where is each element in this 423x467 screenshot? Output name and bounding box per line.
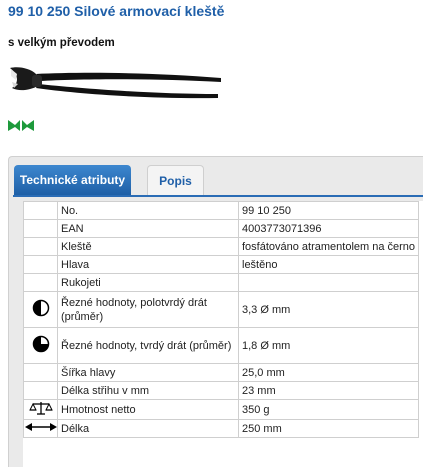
attribute-icon-cell	[23, 381, 58, 400]
attribute-name: Kleště	[57, 237, 239, 256]
attribute-icon-cell	[23, 273, 58, 292]
attribute-name: Řezné hodnoty, polotvrdý drát (průměr)	[57, 291, 239, 328]
attributes-table-container: No. 99 10 250 EAN 4003773071396 Kleště fosfát…	[23, 201, 423, 467]
attribute-name: EAN	[57, 219, 239, 238]
attribute-icon-cell	[23, 291, 58, 328]
attribute-value: 3,3 Ø mm	[237, 291, 420, 328]
attribute-value: 350 g	[237, 399, 420, 420]
quality-badge-icon	[8, 120, 34, 131]
table-row: EAN 4003773071396	[23, 219, 420, 238]
attribute-icon-cell	[23, 399, 58, 420]
attribute-icon-cell	[23, 237, 58, 256]
attribute-name: Řezné hodnoty, tvrdý drát (průměr)	[57, 327, 239, 364]
attribute-icon-cell	[23, 255, 58, 274]
attribute-value: 25,0 mm	[237, 363, 420, 382]
attribute-icon-cell	[23, 327, 58, 364]
table-row: Kleště fosfátováno atramentolem na černo	[23, 237, 420, 256]
attribute-value: 1,8 Ø mm	[237, 327, 420, 364]
attribute-value: 4003773071396	[237, 219, 420, 238]
product-title: 99 10 250 Silové armovací kleště	[8, 3, 225, 19]
attribute-value	[237, 273, 420, 292]
table-row: Délka 250 mm	[23, 419, 420, 438]
attribute-name: No.	[57, 201, 239, 220]
attributes-table: No. 99 10 250 EAN 4003773071396 Kleště fosfát…	[23, 201, 420, 438]
attribute-icon-cell	[23, 363, 58, 382]
attribute-value: 250 mm	[237, 419, 420, 438]
attribute-name: Šířka hlavy	[57, 363, 239, 382]
table-row: Délka střihu v mm 23 mm	[23, 381, 420, 400]
attribute-icon-cell	[23, 219, 58, 238]
tab-underline	[13, 195, 423, 197]
attribute-value: leštěno	[237, 255, 420, 274]
tab-technical-attributes[interactable]: Technické atributy	[14, 165, 131, 195]
table-row: Řezné hodnoty, polotvrdý drát (průměr) 3,…	[23, 291, 420, 328]
table-row: Řezné hodnoty, tvrdý drát (průměr) 1,8 Ø …	[23, 327, 420, 364]
attribute-name: Hmotnost netto	[57, 399, 239, 420]
double-arrow-icon	[24, 423, 57, 435]
details-panel: Technické atributy Popis No. 99 10 250 EAN…	[8, 156, 423, 467]
attribute-value: 23 mm	[237, 381, 420, 400]
attribute-name: Hlava	[57, 255, 239, 274]
attribute-name: Rukojeti	[57, 273, 239, 292]
table-row: Šířka hlavy 25,0 mm	[23, 363, 420, 382]
table-row: Hlava leštěno	[23, 255, 420, 274]
table-row: No. 99 10 250	[23, 201, 420, 220]
three-quarter-circle-icon	[32, 335, 50, 356]
attribute-icon-cell	[23, 201, 58, 220]
attribute-name: Délka střihu v mm	[57, 381, 239, 400]
attribute-value: fosfátováno atramentolem na černo	[237, 237, 420, 256]
product-subtitle: s velkým převodem	[8, 37, 115, 49]
tab-description[interactable]: Popis	[147, 165, 204, 195]
attribute-icon-cell	[23, 419, 58, 438]
scale-icon	[28, 402, 53, 419]
pliers-image	[10, 67, 221, 99]
half-circle-icon	[32, 299, 50, 320]
table-row: Hmotnost netto 350 g	[23, 399, 420, 420]
table-row: Rukojeti	[23, 273, 420, 292]
attribute-name: Délka	[57, 419, 239, 438]
attribute-value: 99 10 250	[237, 201, 420, 220]
